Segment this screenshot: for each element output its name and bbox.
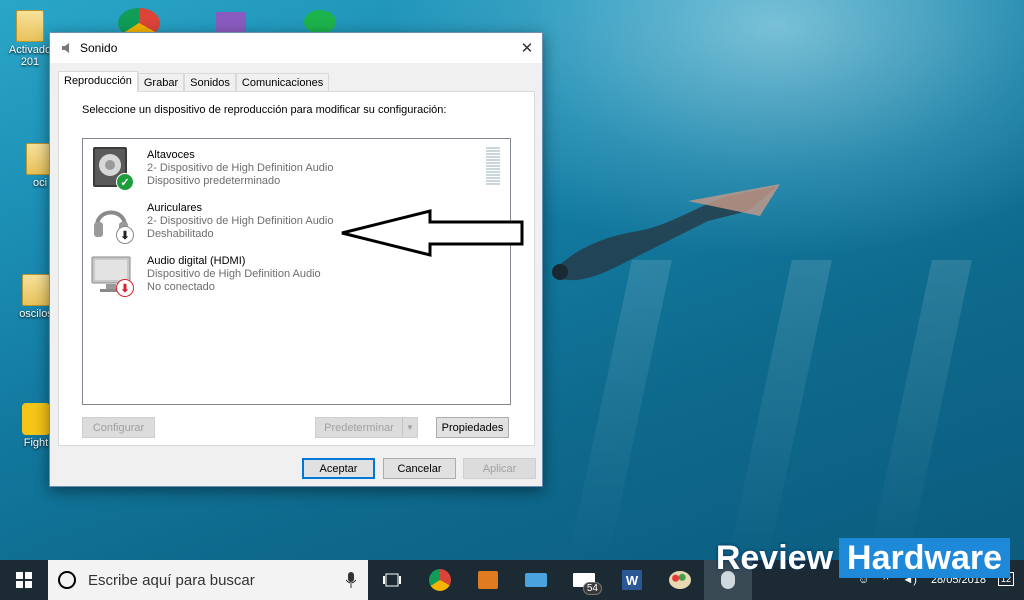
watermark: Review Hardware	[716, 538, 1010, 578]
laptop-icon[interactable]	[512, 560, 560, 600]
monitor-icon: ⬇	[89, 251, 135, 297]
tab-grabar[interactable]: Grabar	[137, 73, 185, 92]
device-list[interactable]: ✓ Altavoces 2- Dispositivo de High Defin…	[82, 138, 511, 405]
tab-sonidos[interactable]: Sonidos	[184, 73, 236, 92]
microphone-icon[interactable]	[346, 572, 356, 588]
apply-button[interactable]: Aplicar	[463, 458, 536, 479]
mail-icon[interactable]: 54	[560, 560, 608, 600]
device-item-hdmi[interactable]: ⬇ Audio digital (HDMI) Dispositivo de Hi…	[89, 251, 469, 301]
properties-button[interactable]: Propiedades	[436, 417, 509, 438]
sound-dialog: Sonido ✕ Reproducción Grabar Sonidos Com…	[49, 32, 543, 487]
wallpaper-ray	[568, 260, 672, 560]
game-shortcut-icon	[22, 403, 50, 435]
media-desktop-icon[interactable]	[216, 12, 246, 34]
word-icon[interactable]: W	[608, 560, 656, 600]
paint-icon[interactable]	[656, 560, 704, 600]
set-default-label: Predeterminar	[324, 421, 394, 434]
mail-count-badge: 54	[582, 582, 602, 595]
configure-button[interactable]: Configurar	[82, 417, 155, 438]
tab-strip: Reproducción Grabar Sonidos Comunicacion…	[58, 71, 330, 92]
watermark-hardware: Hardware	[839, 538, 1010, 578]
media-player-icon[interactable]	[464, 560, 512, 600]
instruction-text: Seleccione un dispositivo de reproducció…	[82, 104, 447, 116]
cortana-icon	[58, 571, 76, 589]
ok-button[interactable]: Aceptar	[302, 458, 375, 479]
device-item-altavoces[interactable]: ✓ Altavoces 2- Dispositivo de High Defin…	[89, 145, 469, 195]
check-icon: ✓	[116, 173, 134, 191]
chrome-icon[interactable]	[416, 560, 464, 600]
close-button[interactable]: ✕	[512, 33, 542, 63]
wallpaper-ray	[728, 260, 832, 560]
tab-comunicaciones[interactable]: Comunicaciones	[235, 73, 330, 92]
close-icon: ✕	[520, 40, 534, 57]
down-arrow-icon: ⬇	[116, 226, 134, 244]
tab-reproduccion[interactable]: Reproducción	[58, 71, 138, 92]
cancel-button[interactable]: Cancelar	[383, 458, 456, 479]
folder-icon	[16, 10, 44, 42]
volume-level-meter	[486, 147, 500, 187]
device-description: Dispositivo de High Definition Audio	[147, 268, 321, 280]
green-desktop-icon[interactable]	[304, 10, 336, 34]
speaker-title-icon	[62, 43, 69, 53]
down-arrow-red-icon: ⬇	[116, 279, 134, 297]
search-placeholder: Escribe aquí para buscar	[88, 571, 255, 589]
dialog-title: Sonido	[80, 41, 118, 55]
headphones-icon: ⬇	[89, 198, 135, 244]
device-name: Altavoces	[147, 149, 195, 161]
device-name: Audio digital (HDMI)	[147, 255, 246, 267]
diver-image	[552, 184, 780, 281]
start-button[interactable]	[0, 560, 48, 600]
watermark-review: Review	[715, 538, 834, 577]
set-default-button[interactable]: Predeterminar ▼	[315, 417, 418, 438]
dialog-titlebar: Sonido ✕	[50, 33, 542, 63]
tab-panel: Seleccione un dispositivo de reproducció…	[58, 91, 535, 446]
annotation-arrow-icon	[341, 209, 524, 257]
device-description: 2- Dispositivo de High Definition Audio	[147, 215, 334, 227]
windows-logo-icon	[16, 572, 32, 588]
task-view-icon[interactable]	[368, 560, 416, 600]
folder-icon	[22, 274, 50, 306]
wallpaper-ray	[868, 260, 972, 560]
device-description: 2- Dispositivo de High Definition Audio	[147, 162, 334, 174]
device-name: Auriculares	[147, 202, 203, 214]
search-box[interactable]: Escribe aquí para buscar	[48, 560, 368, 600]
speaker-icon: ✓	[89, 145, 135, 191]
chevron-down-icon[interactable]: ▼	[402, 418, 417, 437]
device-status: Dispositivo predeterminado	[147, 175, 281, 187]
device-status: No conectado	[147, 281, 215, 293]
device-status: Deshabilitado	[147, 228, 214, 240]
